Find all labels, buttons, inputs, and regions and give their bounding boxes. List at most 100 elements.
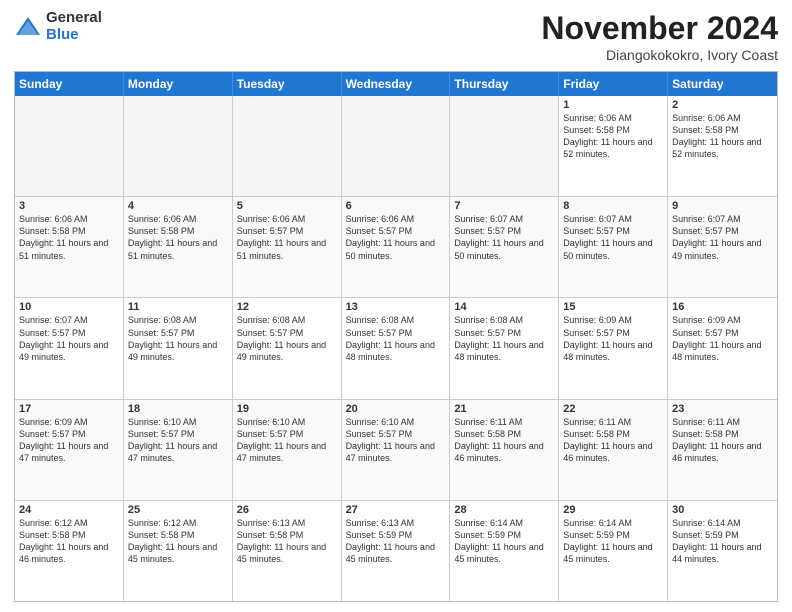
calendar-cell: 27Sunrise: 6:13 AM Sunset: 5:59 PM Dayli… [342, 501, 451, 601]
day-number: 30 [672, 504, 773, 516]
calendar-cell: 9Sunrise: 6:07 AM Sunset: 5:57 PM Daylig… [668, 197, 777, 297]
calendar-cell [233, 96, 342, 196]
calendar-week-3: 10Sunrise: 6:07 AM Sunset: 5:57 PM Dayli… [15, 297, 777, 398]
month-title: November 2024 [541, 10, 778, 47]
calendar-cell: 1Sunrise: 6:06 AM Sunset: 5:58 PM Daylig… [559, 96, 668, 196]
day-info: Sunrise: 6:06 AM Sunset: 5:58 PM Dayligh… [672, 112, 773, 161]
day-number: 29 [563, 504, 663, 516]
day-info: Sunrise: 6:06 AM Sunset: 5:57 PM Dayligh… [346, 213, 446, 262]
calendar-header: SundayMondayTuesdayWednesdayThursdayFrid… [15, 72, 777, 96]
day-info: Sunrise: 6:12 AM Sunset: 5:58 PM Dayligh… [128, 517, 228, 566]
header-day-wednesday: Wednesday [342, 72, 451, 96]
day-number: 19 [237, 403, 337, 415]
calendar-cell: 23Sunrise: 6:11 AM Sunset: 5:58 PM Dayli… [668, 400, 777, 500]
calendar-cell: 18Sunrise: 6:10 AM Sunset: 5:57 PM Dayli… [124, 400, 233, 500]
day-info: Sunrise: 6:11 AM Sunset: 5:58 PM Dayligh… [672, 416, 773, 465]
day-number: 10 [19, 301, 119, 313]
day-info: Sunrise: 6:10 AM Sunset: 5:57 PM Dayligh… [128, 416, 228, 465]
day-info: Sunrise: 6:07 AM Sunset: 5:57 PM Dayligh… [672, 213, 773, 262]
calendar-cell: 8Sunrise: 6:07 AM Sunset: 5:57 PM Daylig… [559, 197, 668, 297]
calendar-cell: 7Sunrise: 6:07 AM Sunset: 5:57 PM Daylig… [450, 197, 559, 297]
calendar-cell [124, 96, 233, 196]
day-info: Sunrise: 6:09 AM Sunset: 5:57 PM Dayligh… [19, 416, 119, 465]
calendar-cell [450, 96, 559, 196]
logo-icon [14, 13, 42, 41]
day-info: Sunrise: 6:11 AM Sunset: 5:58 PM Dayligh… [563, 416, 663, 465]
logo-general: General [46, 10, 102, 27]
calendar-cell: 4Sunrise: 6:06 AM Sunset: 5:58 PM Daylig… [124, 197, 233, 297]
day-number: 13 [346, 301, 446, 313]
day-number: 18 [128, 403, 228, 415]
day-number: 21 [454, 403, 554, 415]
day-number: 25 [128, 504, 228, 516]
day-number: 15 [563, 301, 663, 313]
header-day-thursday: Thursday [450, 72, 559, 96]
logo-text: General Blue [46, 10, 102, 43]
calendar-cell: 22Sunrise: 6:11 AM Sunset: 5:58 PM Dayli… [559, 400, 668, 500]
day-number: 14 [454, 301, 554, 313]
day-number: 22 [563, 403, 663, 415]
calendar-cell: 19Sunrise: 6:10 AM Sunset: 5:57 PM Dayli… [233, 400, 342, 500]
day-number: 11 [128, 301, 228, 313]
day-number: 26 [237, 504, 337, 516]
calendar-cell: 2Sunrise: 6:06 AM Sunset: 5:58 PM Daylig… [668, 96, 777, 196]
day-info: Sunrise: 6:07 AM Sunset: 5:57 PM Dayligh… [19, 314, 119, 363]
day-info: Sunrise: 6:14 AM Sunset: 5:59 PM Dayligh… [454, 517, 554, 566]
calendar-cell: 28Sunrise: 6:14 AM Sunset: 5:59 PM Dayli… [450, 501, 559, 601]
day-info: Sunrise: 6:07 AM Sunset: 5:57 PM Dayligh… [454, 213, 554, 262]
day-info: Sunrise: 6:13 AM Sunset: 5:59 PM Dayligh… [346, 517, 446, 566]
calendar-cell: 26Sunrise: 6:13 AM Sunset: 5:58 PM Dayli… [233, 501, 342, 601]
calendar-week-1: 1Sunrise: 6:06 AM Sunset: 5:58 PM Daylig… [15, 96, 777, 196]
day-info: Sunrise: 6:14 AM Sunset: 5:59 PM Dayligh… [563, 517, 663, 566]
title-block: November 2024 Diangokokokro, Ivory Coast [541, 10, 778, 63]
day-number: 23 [672, 403, 773, 415]
calendar-cell: 20Sunrise: 6:10 AM Sunset: 5:57 PM Dayli… [342, 400, 451, 500]
logo: General Blue [14, 10, 102, 43]
header-day-sunday: Sunday [15, 72, 124, 96]
header-day-saturday: Saturday [668, 72, 777, 96]
day-info: Sunrise: 6:13 AM Sunset: 5:58 PM Dayligh… [237, 517, 337, 566]
day-info: Sunrise: 6:06 AM Sunset: 5:58 PM Dayligh… [128, 213, 228, 262]
calendar-cell: 24Sunrise: 6:12 AM Sunset: 5:58 PM Dayli… [15, 501, 124, 601]
calendar-week-4: 17Sunrise: 6:09 AM Sunset: 5:57 PM Dayli… [15, 399, 777, 500]
calendar-cell [15, 96, 124, 196]
calendar-cell [342, 96, 451, 196]
day-number: 6 [346, 200, 446, 212]
calendar-cell: 3Sunrise: 6:06 AM Sunset: 5:58 PM Daylig… [15, 197, 124, 297]
day-info: Sunrise: 6:07 AM Sunset: 5:57 PM Dayligh… [563, 213, 663, 262]
page: General Blue November 2024 Diangokokokro… [0, 0, 792, 612]
day-info: Sunrise: 6:11 AM Sunset: 5:58 PM Dayligh… [454, 416, 554, 465]
day-number: 16 [672, 301, 773, 313]
day-info: Sunrise: 6:08 AM Sunset: 5:57 PM Dayligh… [454, 314, 554, 363]
subtitle: Diangokokokro, Ivory Coast [541, 47, 778, 63]
day-number: 20 [346, 403, 446, 415]
header: General Blue November 2024 Diangokokokro… [14, 10, 778, 63]
calendar-week-5: 24 Sunrise: 6:12 AM Sunset: 5:58 PM Dayli… [15, 500, 777, 601]
calendar-cell: 16Sunrise: 6:09 AM Sunset: 5:57 PM Dayli… [668, 298, 777, 398]
header-day-friday: Friday [559, 72, 668, 96]
day-info: Sunrise: 6:08 AM Sunset: 5:57 PM Dayligh… [346, 314, 446, 363]
day-number: 8 [563, 200, 663, 212]
day-info: Sunrise: 6:09 AM Sunset: 5:57 PM Dayligh… [563, 314, 663, 363]
calendar-cell: 21Sunrise: 6:11 AM Sunset: 5:58 PM Dayli… [450, 400, 559, 500]
calendar-cell: 14Sunrise: 6:08 AM Sunset: 5:57 PM Dayli… [450, 298, 559, 398]
calendar-cell: 30Sunrise: 6:14 AM Sunset: 5:59 PM Dayli… [668, 501, 777, 601]
day-info: Sunrise: 6:10 AM Sunset: 5:57 PM Dayligh… [346, 416, 446, 465]
calendar-cell: 15Sunrise: 6:09 AM Sunset: 5:57 PM Dayli… [559, 298, 668, 398]
calendar-cell: 11Sunrise: 6:08 AM Sunset: 5:57 PM Dayli… [124, 298, 233, 398]
calendar-body: 1Sunrise: 6:06 AM Sunset: 5:58 PM Daylig… [15, 96, 777, 601]
day-number: 24 [19, 504, 119, 516]
day-number: 28 [454, 504, 554, 516]
day-number: 17 [19, 403, 119, 415]
calendar-cell: 17Sunrise: 6:09 AM Sunset: 5:57 PM Dayli… [15, 400, 124, 500]
day-number: 2 [672, 99, 773, 111]
day-info: Sunrise: 6:08 AM Sunset: 5:57 PM Dayligh… [128, 314, 228, 363]
calendar-cell: 6Sunrise: 6:06 AM Sunset: 5:57 PM Daylig… [342, 197, 451, 297]
day-info: Sunrise: 6:06 AM Sunset: 5:58 PM Dayligh… [563, 112, 663, 161]
day-info: Sunrise: 6:06 AM Sunset: 5:58 PM Dayligh… [19, 213, 119, 262]
logo-blue: Blue [46, 27, 102, 44]
calendar-cell: 5Sunrise: 6:06 AM Sunset: 5:57 PM Daylig… [233, 197, 342, 297]
day-info: Sunrise: 6:10 AM Sunset: 5:57 PM Dayligh… [237, 416, 337, 465]
day-number: 3 [19, 200, 119, 212]
header-day-monday: Monday [124, 72, 233, 96]
